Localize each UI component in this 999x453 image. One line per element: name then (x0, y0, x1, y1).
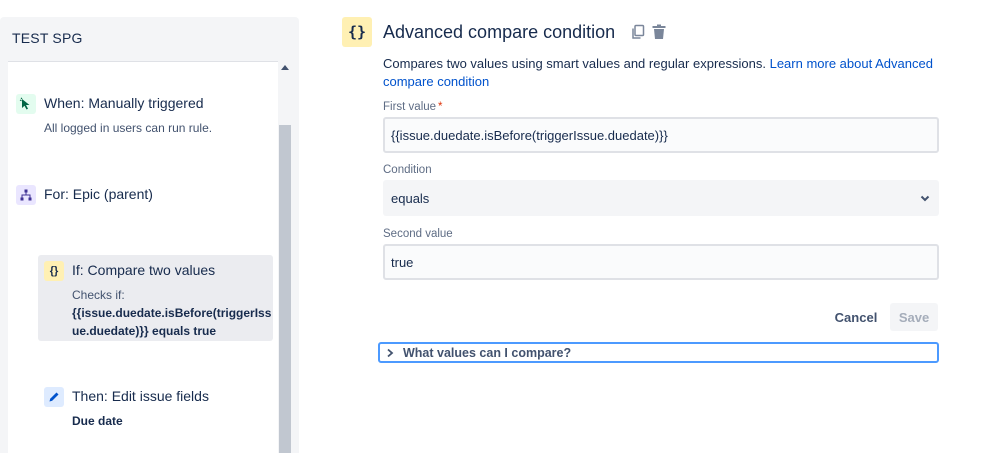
chevron-right-icon (387, 348, 394, 357)
scroll-up-arrow-icon[interactable] (281, 65, 289, 70)
second-value-input[interactable]: true (383, 244, 939, 280)
sidebar-scrollbar[interactable] (278, 61, 292, 453)
hierarchy-icon (16, 185, 36, 205)
rule-step-list: When: Manually triggered All logged in u… (8, 61, 278, 453)
action-title: Then: Edit issue fields (72, 388, 209, 404)
action-description: Due date (72, 414, 123, 428)
condition-selected-value: equals (391, 190, 430, 206)
second-value-label: Second value (383, 228, 453, 240)
save-button[interactable]: Save (890, 303, 938, 331)
cancel-button[interactable]: Cancel (830, 304, 882, 330)
expander-label: What values can I compare? (403, 345, 572, 360)
branch-title: For: Epic (parent) (44, 186, 153, 202)
rule-sidebar: TEST SPG When: Manually triggered All lo… (0, 17, 299, 453)
first-value-input[interactable]: {{issue.duedate.isBefore(triggerIssue.du… (383, 117, 939, 153)
rule-name: TEST SPG (12, 30, 83, 46)
first-value-label-text: First value (383, 101, 437, 113)
condition-select[interactable]: equals (383, 180, 939, 216)
condition-description-expression: {{issue.duedate.isBefore(triggerIssue.du… (72, 306, 272, 338)
chevron-down-icon (920, 195, 930, 202)
scrollbar-thumb[interactable] (279, 125, 291, 453)
what-values-expander[interactable]: What values can I compare? (378, 342, 939, 363)
condition-label: Condition (383, 164, 432, 176)
pencil-icon (44, 387, 64, 407)
condition-description: Checks if: {{issue.duedate.isBefore(trig… (72, 286, 272, 340)
trigger-title: When: Manually triggered (44, 95, 204, 111)
config-description: Compares two values using smart values a… (383, 55, 943, 91)
condition-title: If: Compare two values (72, 262, 216, 278)
cursor-click-icon (16, 94, 36, 114)
first-value-label: First value * (383, 101, 443, 113)
required-indicator: * (438, 101, 443, 113)
copy-icon[interactable] (630, 24, 646, 40)
curly-braces-icon: {} (44, 261, 64, 281)
trash-icon[interactable] (651, 24, 667, 40)
condition-description-prefix: Checks if: (72, 288, 125, 302)
config-description-text: Compares two values using smart values a… (383, 56, 766, 71)
trigger-description: All logged in users can run rule. (44, 121, 213, 135)
config-title: Advanced compare condition (383, 22, 616, 42)
curly-braces-icon: {} (342, 17, 372, 47)
